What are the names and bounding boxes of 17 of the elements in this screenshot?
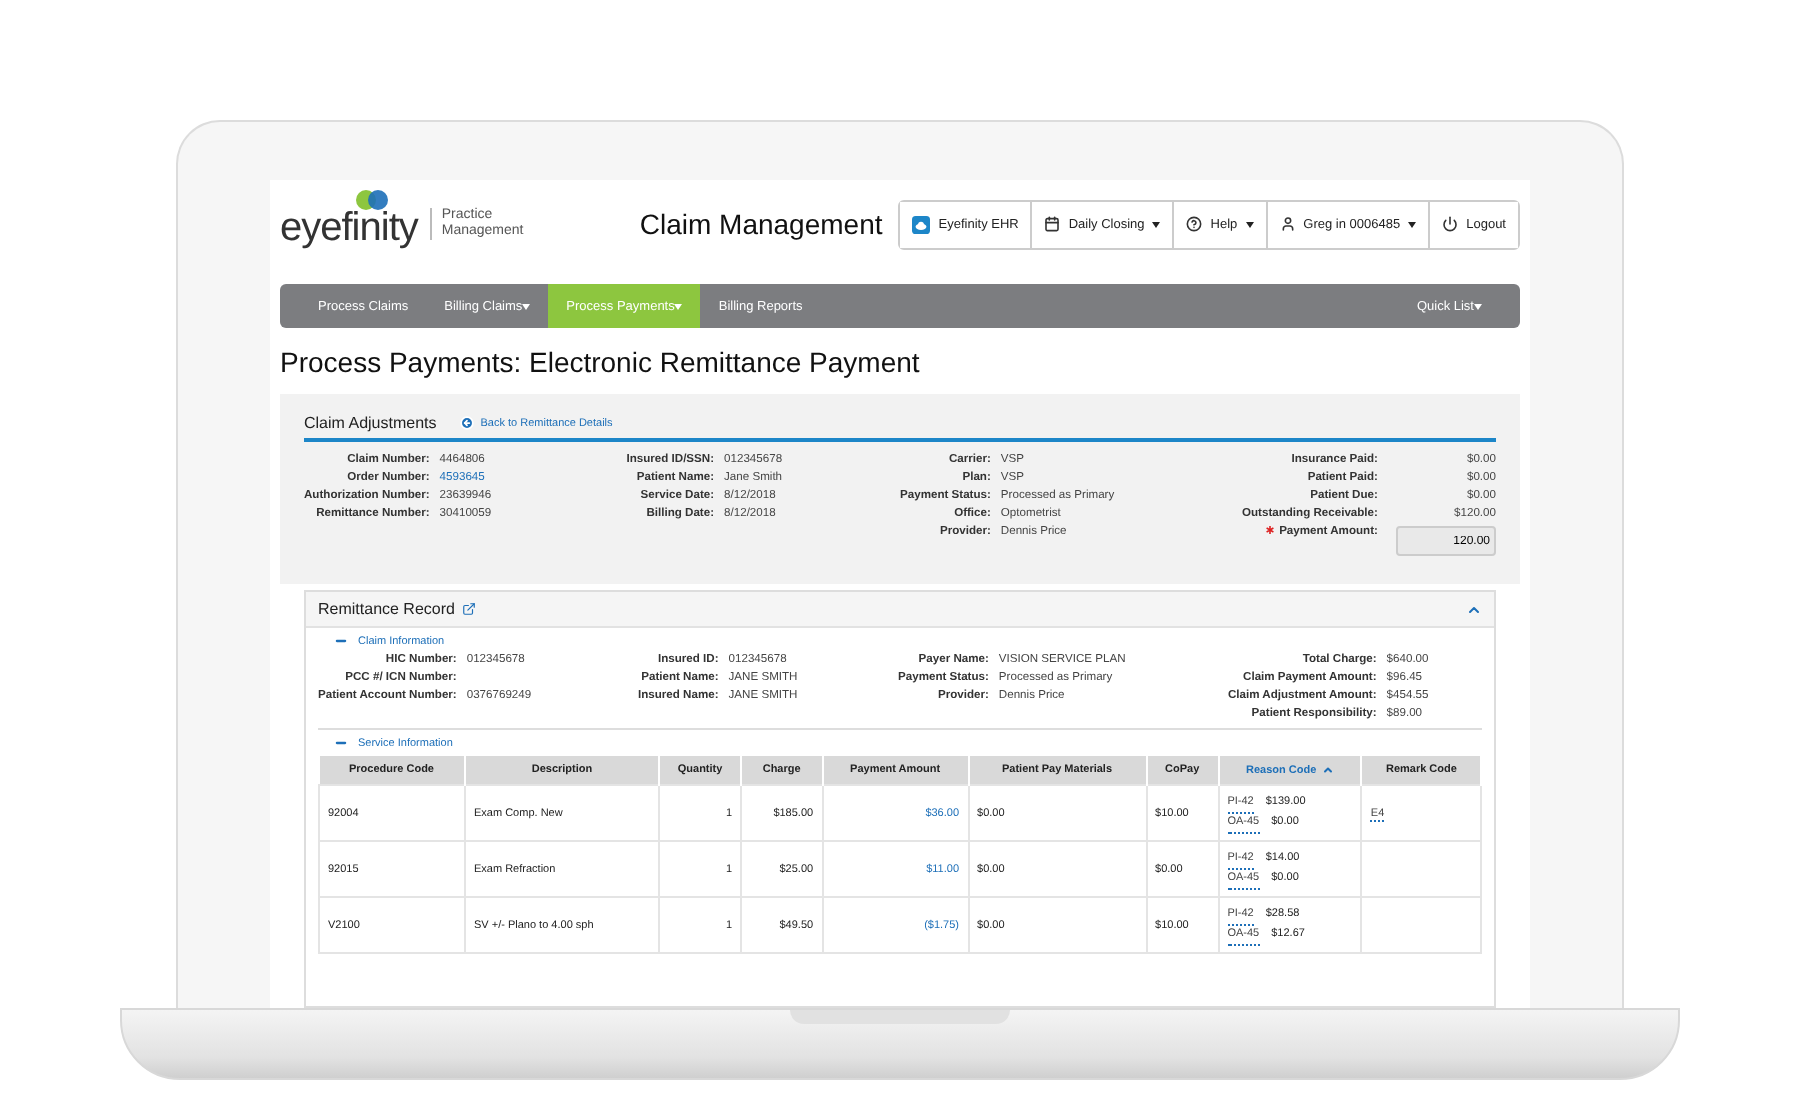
sort-up-icon — [1322, 764, 1335, 776]
external-link-icon[interactable] — [462, 602, 477, 616]
logo-circles-icon — [356, 189, 388, 209]
user-icon — [1279, 216, 1296, 232]
calendar-icon — [1044, 216, 1061, 232]
minus-icon — [334, 736, 348, 750]
back-arrow-icon — [460, 416, 475, 430]
app-title: Claim Management — [639, 208, 883, 240]
page-title: Process Payments: Electronic Remittance Payment — [280, 346, 922, 378]
app-icon — [912, 215, 931, 233]
section-title: Claim Adjustments — [304, 414, 437, 432]
brand-logo-text: eyefinity — [280, 207, 418, 247]
section-title: Remittance Record — [318, 600, 455, 618]
power-icon — [1442, 216, 1459, 232]
minus-icon — [334, 634, 348, 648]
help-icon — [1186, 216, 1203, 232]
collapse-icon[interactable] — [1466, 601, 1482, 617]
